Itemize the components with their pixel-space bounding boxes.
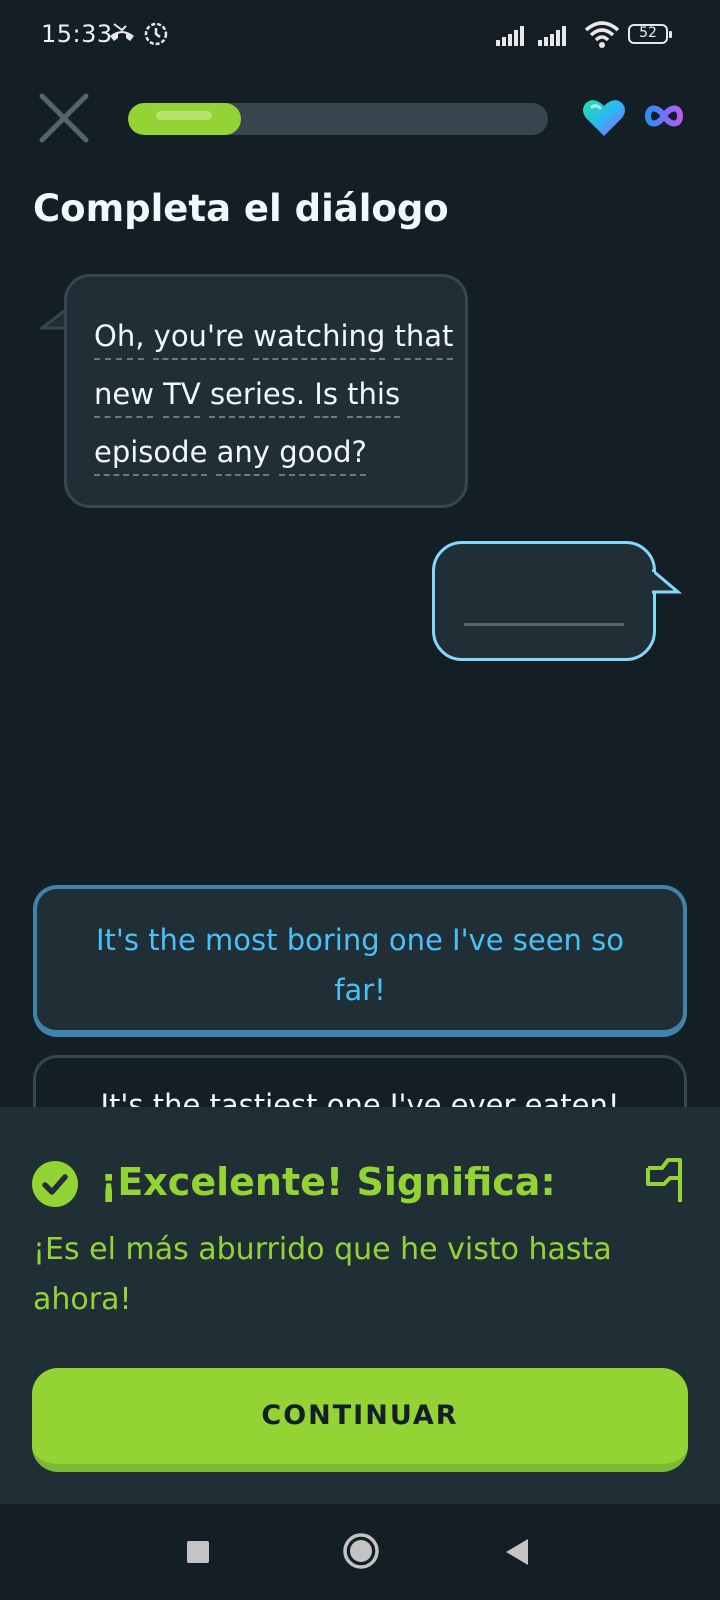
continue-button[interactable]: CONTINUAR	[32, 1368, 688, 1472]
infinity-icon	[644, 105, 684, 127]
nav-home-icon[interactable]	[342, 1532, 380, 1570]
prompt-word[interactable]: Oh,	[94, 319, 144, 353]
feedback-title: ¡Excelente! Significa:	[100, 1160, 556, 1204]
nav-back-icon[interactable]	[504, 1538, 530, 1566]
signal-icon-2	[538, 26, 566, 46]
check-circle-icon	[32, 1161, 78, 1207]
prompt-word[interactable]: new	[94, 377, 154, 411]
close-icon[interactable]	[38, 92, 90, 144]
prompt-word[interactable]: that	[395, 319, 454, 353]
prompt-word[interactable]: series.	[210, 377, 305, 411]
prompt-text: Oh, you're watching that new TV series. …	[94, 307, 454, 481]
answer-bubble-tail	[652, 568, 682, 594]
prompt-word[interactable]: this	[347, 377, 400, 411]
nav-recents-icon[interactable]	[186, 1540, 210, 1564]
signal-icon	[496, 26, 524, 46]
battery-level: 52	[639, 25, 657, 41]
flag-icon[interactable]	[644, 1156, 684, 1204]
answer-option-selected[interactable]: It's the most boring one I've seen so fa…	[33, 885, 687, 1037]
wifi-icon	[584, 21, 620, 48]
status-bar: 15:33 52	[0, 0, 720, 70]
prompt-word[interactable]: episode	[94, 435, 207, 469]
prompt-word[interactable]: watching	[253, 319, 385, 353]
feedback-translation: ¡Es el más aburrido que he visto hasta a…	[33, 1232, 612, 1317]
progress-shine	[156, 111, 212, 120]
answer-speech-bubble	[432, 541, 656, 661]
prompt-word[interactable]: Is	[314, 377, 338, 411]
sync-icon	[144, 22, 168, 46]
prompt-word[interactable]: you're	[154, 319, 244, 353]
prompt-word[interactable]: good?	[279, 435, 367, 469]
answer-blank	[464, 623, 624, 626]
missed-call-icon	[110, 23, 134, 41]
status-time: 15:33	[41, 20, 113, 48]
prompt-word[interactable]: TV	[163, 377, 201, 411]
prompt-word[interactable]: any	[217, 435, 270, 469]
heart-icon[interactable]	[582, 98, 626, 138]
page-title: Completa el diálogo	[33, 187, 449, 230]
lesson-progress-bar	[128, 103, 548, 135]
battery-icon: 52	[628, 24, 672, 44]
